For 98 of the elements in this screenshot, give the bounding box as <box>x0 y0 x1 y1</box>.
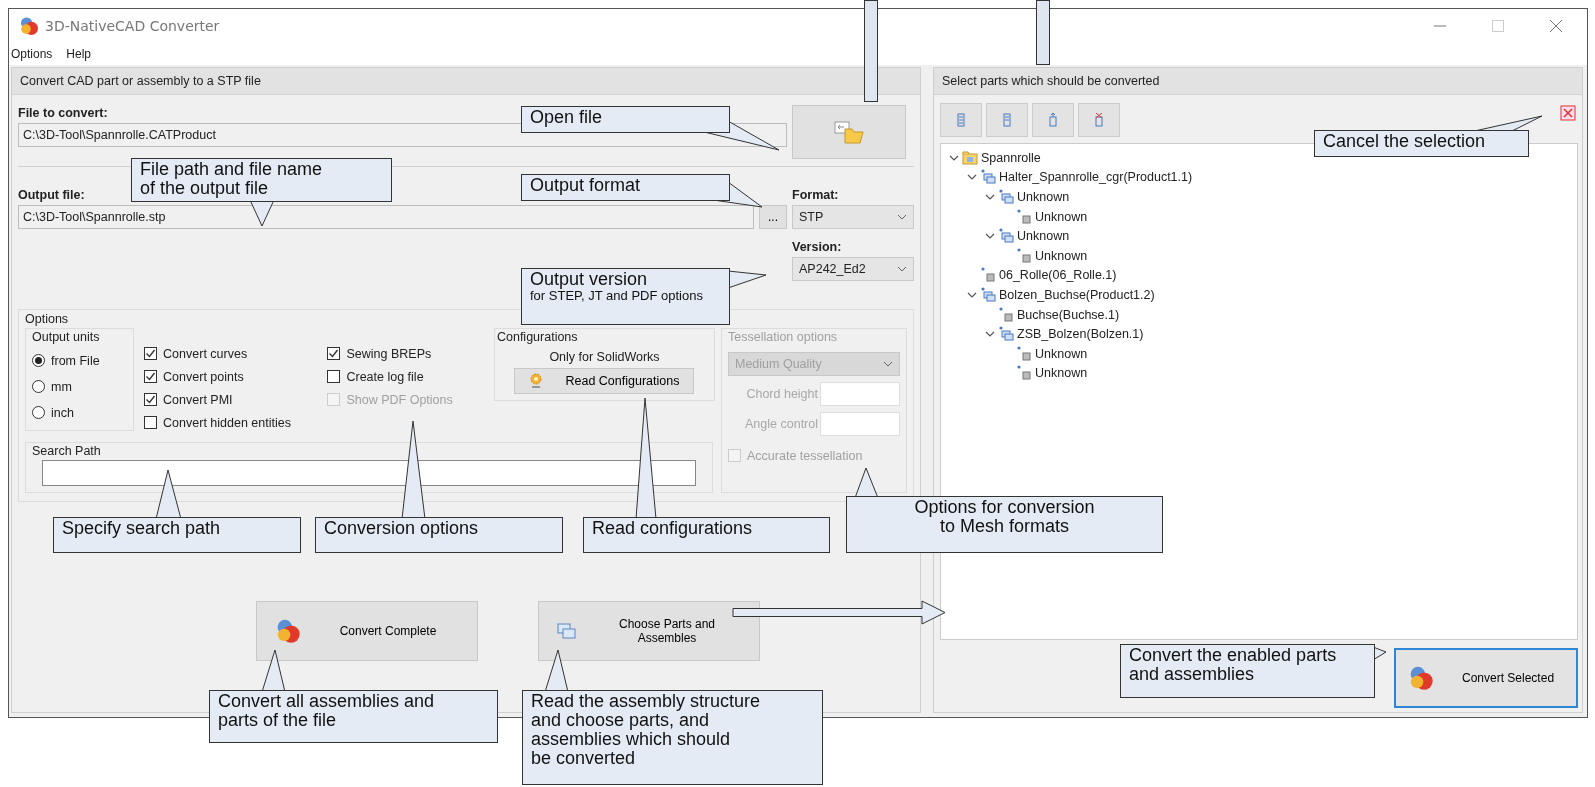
list-cross-icon <box>1094 113 1104 127</box>
group-title: Search Path <box>32 444 101 458</box>
part-icon <box>1016 208 1032 225</box>
list-icon <box>1002 113 1012 127</box>
option-label: Convert hidden entities <box>163 415 291 430</box>
group-title: Output units <box>32 330 100 344</box>
checkbox[interactable] <box>144 347 158 360</box>
menu-item[interactable]: Options <box>11 47 53 61</box>
field-label: Output file: <box>18 188 85 204</box>
radio-button[interactable] <box>32 354 45 367</box>
option-label: Create log file <box>346 369 424 384</box>
radio-button[interactable] <box>32 406 45 419</box>
convert-selected-button[interactable]: Convert Selected <box>1394 648 1578 708</box>
tree-item[interactable]: Spannrolle <box>981 150 1041 165</box>
version-dropdown[interactable]: AP242_Ed2 <box>792 257 914 281</box>
field-label: Version: <box>792 240 842 256</box>
gear-icon <box>529 373 544 389</box>
tree-item[interactable]: Unknown <box>1035 366 1088 381</box>
option-label: Convert curves <box>163 346 248 361</box>
tree-item[interactable]: Halter_Spannrolle_cgr(Product1.1) <box>999 170 1193 185</box>
callout-text: Output format <box>530 176 642 195</box>
panel-header: Select parts which should be converted <box>934 68 1582 95</box>
group-title: Tessellation options <box>728 330 838 344</box>
callout-note: for STEP, JT and PDF options <box>530 289 704 303</box>
field-label: Angle control <box>745 417 818 431</box>
field-label: Chord height <box>746 387 818 401</box>
field-label: File to convert: <box>18 106 108 122</box>
app-logo-icon <box>19 16 39 36</box>
chevron-down-icon <box>883 361 893 367</box>
assembly-icon <box>998 228 1014 245</box>
callout-text: Read the assembly structure and choose parts, and assemblies which should be converted <box>531 692 762 768</box>
part-icon <box>998 306 1014 323</box>
part-icon <box>1016 247 1032 264</box>
field-label: Format: <box>792 188 839 204</box>
assembly-icon <box>980 286 996 303</box>
group-title: Options <box>25 312 69 326</box>
option-label: mm <box>51 379 72 394</box>
checkbox[interactable] <box>144 416 158 429</box>
search-path-field[interactable] <box>42 460 696 486</box>
checkbox[interactable] <box>327 370 341 383</box>
option-label: Accurate tessellation <box>747 448 863 463</box>
convert-complete-button[interactable]: Convert Complete <box>256 601 478 661</box>
callout-text: Convert all assemblies and parts of the file <box>218 692 436 730</box>
pointer-bar <box>1036 0 1050 65</box>
convert-icon <box>1408 665 1434 691</box>
note-text: Only for SolidWorks <box>549 350 660 364</box>
callout-text: File path and file name of the output file <box>140 160 324 198</box>
checkbox[interactable] <box>327 347 341 360</box>
panel-header: Convert CAD part or assembly to a STP file <box>12 68 920 95</box>
format-dropdown[interactable]: STP <box>792 205 914 229</box>
tree-item[interactable]: Unknown <box>1017 190 1070 204</box>
part-icon <box>1016 345 1032 362</box>
tree-item[interactable]: 06_Rolle(06_Rolle.1) <box>999 268 1117 283</box>
assembly-icon <box>998 326 1014 343</box>
option-label: inch <box>51 405 74 420</box>
tree-item[interactable]: Unknown <box>1017 229 1070 244</box>
list-icon <box>956 113 966 127</box>
chevron-down-icon[interactable] <box>985 192 995 202</box>
part-icon <box>1016 365 1032 382</box>
assembly-icon <box>980 169 996 186</box>
window-title: 3D-NativeCAD Converter <box>45 18 220 34</box>
tree-item[interactable]: Unknown <box>1035 248 1088 263</box>
callout-text: Options for conversion to Mesh formats <box>914 498 1095 536</box>
part-icon <box>980 267 996 284</box>
cancel-icon[interactable] <box>1560 105 1576 121</box>
option-label: Sewing BREPs <box>346 346 432 361</box>
folder-icon <box>834 120 864 144</box>
radio-button[interactable] <box>32 380 45 393</box>
choose-parts-button[interactable]: Choose Parts and Assembles <box>538 601 760 661</box>
tree-item[interactable]: ZSB_Bolzen(Bolzen.1) <box>1017 327 1144 342</box>
callout-text: Cancel the selection <box>1323 132 1487 151</box>
tree-item[interactable]: Unknown <box>1035 346 1088 361</box>
callout-text: Conversion options <box>324 519 480 538</box>
chevron-down-icon <box>897 266 907 272</box>
callout-text: Convert the enabled parts and assemblies <box>1129 646 1338 684</box>
option-label: Convert PMI <box>163 392 233 407</box>
read-configurations-button[interactable]: Read Configurations <box>514 368 695 394</box>
group-title: Configurations <box>496 330 578 344</box>
convert-icon <box>275 618 301 644</box>
checkbox[interactable] <box>144 370 158 383</box>
checkbox[interactable] <box>144 393 158 406</box>
menu-item[interactable]: Help <box>66 47 92 61</box>
tree-item[interactable]: Bolzen_Buchse(Product1.2) <box>999 287 1155 302</box>
folder-icon <box>962 149 978 166</box>
option-label: Convert points <box>163 369 244 384</box>
callout-text: Read configurations <box>592 519 754 538</box>
option-label: Show PDF Options <box>346 392 453 407</box>
callout-text: Output version <box>530 270 649 289</box>
callout-text: Specify search path <box>62 519 222 538</box>
output-path-field[interactable]: C:\3D-Tool\Spannrolle.stp <box>18 205 754 229</box>
close-icon[interactable] <box>1549 19 1563 33</box>
browse-button[interactable]: ... <box>759 205 787 229</box>
option-label: from File <box>51 353 100 368</box>
tree-item[interactable]: Buchse(Buchse.1) <box>1017 307 1120 322</box>
chevron-down-icon <box>897 214 907 220</box>
windows-icon <box>557 622 577 640</box>
tree-item[interactable]: Unknown <box>1035 209 1088 224</box>
assembly-icon <box>998 189 1014 205</box>
